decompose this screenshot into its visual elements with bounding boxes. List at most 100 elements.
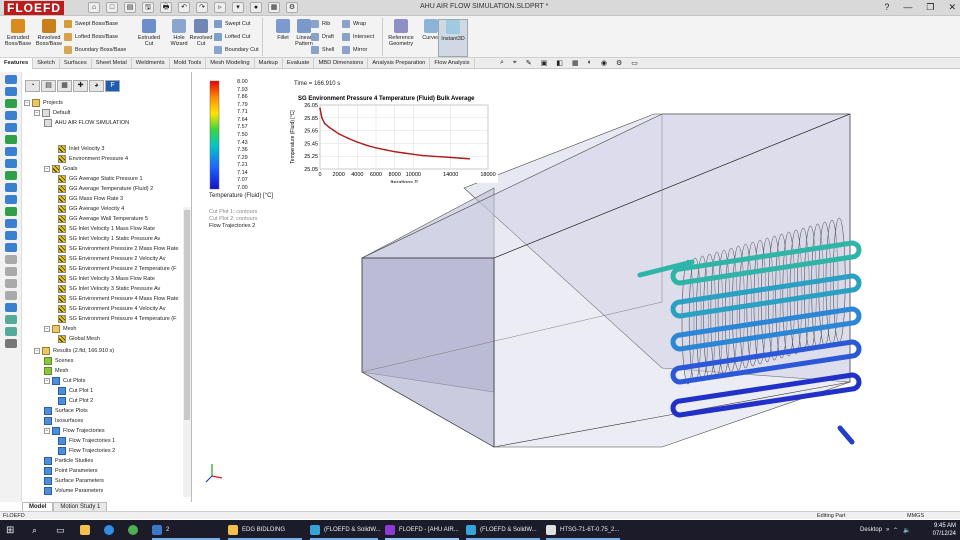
qat-button[interactable]: ●: [250, 2, 262, 13]
view-tool-icon[interactable]: ⚙: [616, 59, 622, 67]
ribbon-small-button-8[interactable]: Shell: [311, 46, 334, 54]
tree-item[interactable]: Particle Studies: [44, 456, 93, 465]
left-tool-icon[interactable]: [4, 135, 17, 144]
qat-button[interactable]: ⚙: [286, 2, 298, 13]
task-view-button[interactable]: ▭: [56, 520, 65, 540]
tree-item[interactable]: SG Inlet Velocity 3 Static Pressure Av: [58, 284, 160, 293]
taskbar-app-5[interactable]: HTSG-71-6T-0.75_2...: [546, 520, 624, 540]
tree-item[interactable]: Point Parameters: [44, 466, 98, 475]
expand-toggle[interactable]: −: [24, 99, 30, 106]
tree-item[interactable]: Surface Parameters: [44, 476, 104, 485]
panel-tab-2[interactable]: ▦: [57, 80, 72, 92]
tree-item[interactable]: SG Inlet Velocity 1 Mass Flow Rate: [58, 224, 155, 233]
qat-button[interactable]: 🖫: [142, 2, 154, 13]
ribbon-small-button-0[interactable]: Swept Boss/Base: [64, 20, 118, 28]
tab-weldments[interactable]: Weldments: [132, 58, 170, 69]
ribbon-button-7[interactable]: Reference Geometry: [386, 19, 416, 47]
goal-plot-chart[interactable]: SG Environment Pressure 4 Temperature (F…: [288, 91, 498, 183]
ribbon-button-9[interactable]: Instant3D: [438, 19, 468, 57]
tree-item[interactable]: Volume Parameters: [44, 486, 103, 495]
tree-item[interactable]: − Goals: [44, 164, 77, 173]
tree-item[interactable]: SG Environment Pressure 2 Temperature (F: [58, 264, 177, 273]
tree-item[interactable]: Isosurfaces: [44, 416, 83, 425]
left-tool-icon[interactable]: [4, 147, 17, 156]
ribbon-small-button-11[interactable]: Mirror: [342, 46, 367, 54]
tab-analysis-preparation[interactable]: Analysis Preparation: [368, 58, 431, 69]
expand-toggle[interactable]: −: [44, 377, 50, 384]
tree-item[interactable]: − Mesh: [44, 324, 76, 333]
tab-markup[interactable]: Markup: [255, 58, 283, 69]
ribbon-small-button-7[interactable]: Draft: [311, 33, 334, 41]
panel-tab-0[interactable]: ◔: [25, 80, 40, 92]
tab-surfaces[interactable]: Surfaces: [60, 58, 92, 69]
tab-evaluate[interactable]: Evaluate: [283, 58, 315, 69]
restore-button[interactable]: ❐: [926, 2, 934, 13]
expand-toggle[interactable]: −: [34, 347, 40, 354]
tree-item[interactable]: AHU AIR FLOW SIMULATION: [44, 118, 129, 127]
left-tool-icon[interactable]: [4, 123, 17, 132]
qat-button[interactable]: ▦: [268, 2, 280, 13]
help-button[interactable]: ?: [884, 2, 889, 13]
tree-item[interactable]: Global Mesh: [58, 334, 100, 343]
left-tool-icon[interactable]: [4, 243, 17, 252]
ribbon-small-button-4[interactable]: Lofted Cut: [214, 33, 250, 41]
left-tool-icon[interactable]: [4, 279, 17, 288]
left-tool-icon[interactable]: [4, 219, 17, 228]
tree-item[interactable]: SG Environment Pressure 2 Velocity Av: [58, 254, 166, 263]
left-tool-icon[interactable]: [4, 231, 17, 240]
taskbar-app-1[interactable]: EDG BIDLDING: [228, 520, 306, 540]
qat-button[interactable]: 🖶: [160, 2, 172, 13]
left-tool-icon[interactable]: [4, 291, 17, 300]
tree-item[interactable]: Cut Plot 1: [58, 386, 93, 395]
left-tool-icon[interactable]: [4, 99, 17, 108]
tree-item[interactable]: GG Average Temperature (Fluid) 2: [58, 184, 153, 193]
clock[interactable]: 9:45 AM 07/12/24: [933, 522, 956, 538]
tree-item[interactable]: Mesh: [44, 366, 68, 375]
ribbon-button-4[interactable]: Revolved Cut: [186, 19, 216, 47]
qat-button[interactable]: ↶: [178, 2, 190, 13]
tree-item[interactable]: Scenes: [44, 356, 73, 365]
taskbar-app-2[interactable]: (FLOEFD & SolidW...: [310, 520, 382, 540]
tree-item[interactable]: SG Inlet Velocity 3 Mass Flow Rate: [58, 274, 155, 283]
left-tool-icon[interactable]: [4, 171, 17, 180]
search-button[interactable]: ⌕: [32, 520, 37, 540]
tab-flow-analysis[interactable]: Flow Analysis: [430, 58, 475, 69]
qat-button[interactable]: ⌂: [88, 2, 100, 13]
ribbon-small-button-9[interactable]: Wrap: [342, 20, 366, 28]
left-tool-icon[interactable]: [4, 255, 17, 264]
panel-tab-4[interactable]: ◕: [89, 80, 104, 92]
tab-features[interactable]: Features: [0, 58, 34, 69]
start-button[interactable]: ⊞: [6, 520, 14, 540]
tree-item[interactable]: SG Environment Pressure 4 Velocity Av: [58, 304, 166, 313]
explorer-pin[interactable]: [80, 520, 90, 540]
left-tool-icon[interactable]: [4, 183, 17, 192]
view-tool-icon[interactable]: ⌕: [500, 59, 504, 67]
bottom-tab-1[interactable]: Motion Study 1: [53, 502, 108, 511]
ribbon-button-2[interactable]: Extruded Cut: [134, 19, 164, 47]
left-tool-icon[interactable]: [4, 327, 17, 336]
qat-button[interactable]: ▤: [124, 2, 136, 13]
tab-mold-tools[interactable]: Mold Tools: [170, 58, 207, 69]
edge-pin[interactable]: [104, 520, 114, 540]
chrome-pin[interactable]: [128, 520, 138, 540]
ribbon-small-button-2[interactable]: Boundary Boss/Base: [64, 46, 126, 54]
tree-item[interactable]: − Default: [34, 108, 70, 117]
expand-toggle[interactable]: −: [34, 109, 40, 116]
tab-sketch[interactable]: Sketch: [33, 58, 60, 69]
qat-button[interactable]: ▹: [214, 2, 226, 13]
tree-scrollbar-thumb[interactable]: [184, 210, 190, 420]
taskbar-app-3[interactable]: FLOEFD - [AHU AIR...: [385, 520, 463, 540]
tab-mesh-modeling[interactable]: Mesh Modeling: [206, 58, 255, 69]
panel-tab-5[interactable]: F: [105, 80, 120, 92]
tree-item[interactable]: − Results (2.fld, 166.910 s): [34, 346, 114, 355]
ribbon-small-button-6[interactable]: Rib: [311, 20, 330, 28]
ribbon-button-1[interactable]: Revolved Boss/Base: [34, 19, 64, 47]
tree-item[interactable]: − Cut Plots: [44, 376, 85, 385]
minimize-button[interactable]: —: [903, 2, 912, 13]
tree-item[interactable]: Inlet Velocity 3: [58, 144, 104, 153]
panel-tab-3[interactable]: ✚: [73, 80, 88, 92]
taskbar-app-4[interactable]: (FLOEFD & SolidW...: [466, 520, 544, 540]
view-tool-icon[interactable]: ◧: [556, 59, 563, 67]
app-logo[interactable]: FLOEFD: [4, 1, 64, 15]
left-tool-icon[interactable]: [4, 111, 17, 120]
